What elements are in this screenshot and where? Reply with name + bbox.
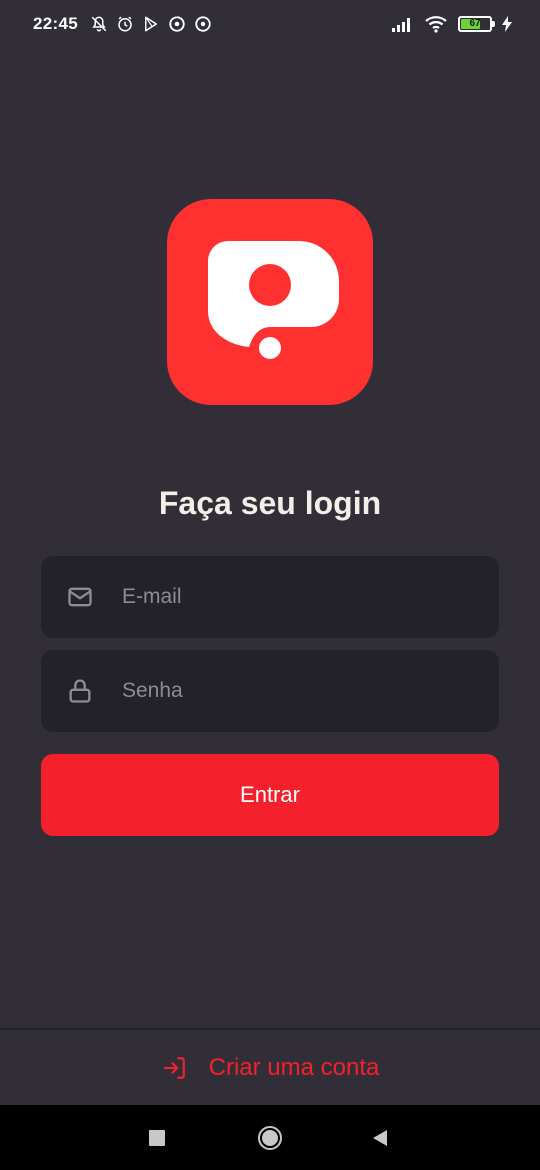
create-account-link[interactable]: Criar uma conta [161, 1053, 380, 1082]
status-bar: 22:45 67 [0, 0, 540, 48]
wifi-icon [425, 16, 447, 33]
play-store-icon [144, 16, 157, 32]
footer: Criar uma conta [0, 1028, 540, 1105]
status-time: 22:45 [33, 14, 78, 33]
status-right: 67 [392, 15, 512, 33]
login-screen: 22:45 67 Faça seu login E-mail Entrar Cr… [0, 0, 540, 1170]
page-title: Faça seu login [158, 485, 382, 521]
battery-icon: 67 [458, 16, 495, 32]
create-account-label: Criar uma conta [208, 1053, 380, 1081]
logo-mark [207, 240, 339, 359]
log-in-icon [163, 1056, 185, 1079]
recent-apps-icon[interactable] [148, 1129, 166, 1147]
back-icon[interactable] [371, 1129, 389, 1147]
password-input[interactable] [122, 650, 479, 732]
alarm-icon [118, 16, 132, 32]
notifications-off-icon [91, 16, 107, 32]
status-left: 22:45 [33, 14, 212, 34]
email-field[interactable] [41, 556, 499, 638]
app-icon [169, 16, 185, 32]
mail-icon [68, 587, 92, 607]
signal-icon [392, 18, 410, 32]
password-field[interactable] [41, 650, 499, 732]
battery-level: 67 [469, 18, 481, 29]
app-logo [167, 199, 373, 405]
lock-icon [69, 679, 91, 703]
app-icon [195, 16, 211, 32]
email-input[interactable] [122, 556, 479, 638]
charging-icon [502, 16, 512, 32]
login-button[interactable]: Entrar [41, 754, 499, 836]
home-icon[interactable] [257, 1125, 283, 1151]
system-nav-bar [0, 1105, 540, 1170]
